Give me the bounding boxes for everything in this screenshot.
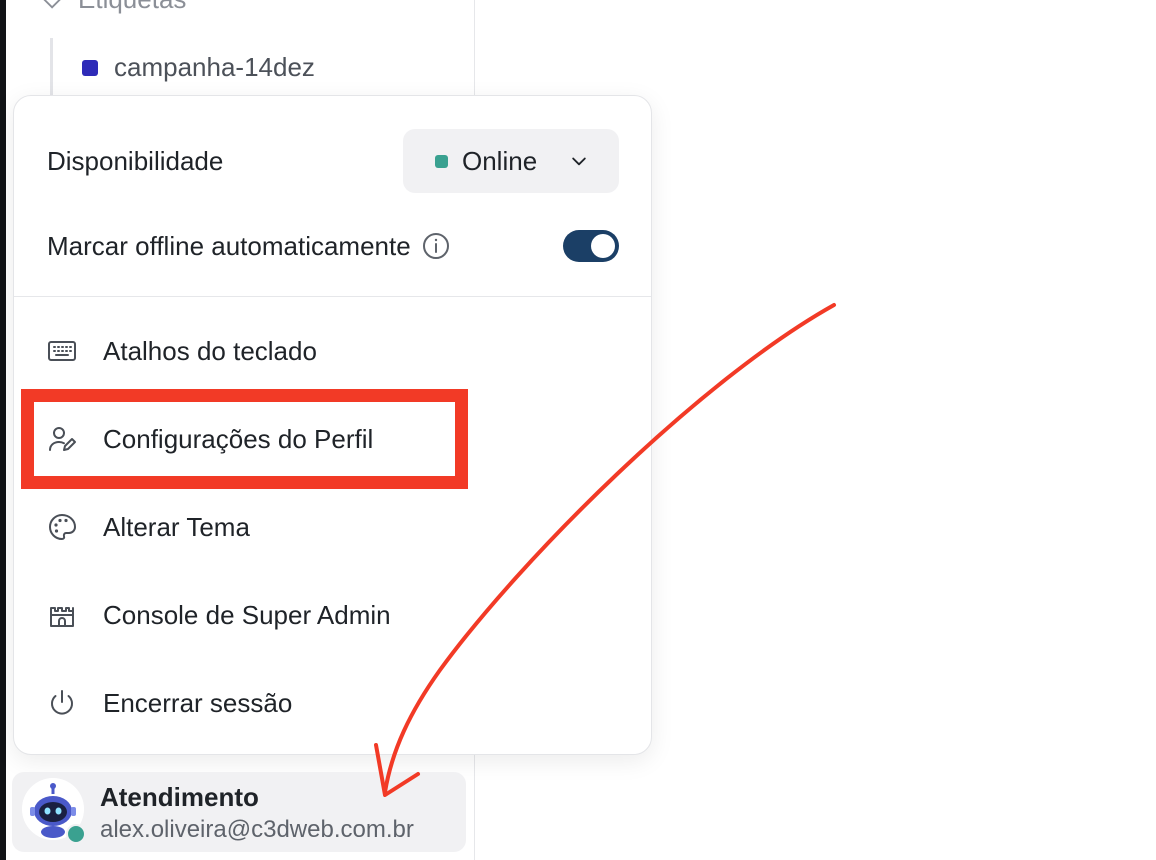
menu-item-label: Configurações do Perfil <box>103 423 374 454</box>
menu-item-profile-settings[interactable]: Configurações do Perfil <box>47 413 607 465</box>
keyboard-icon <box>48 341 76 361</box>
auto-offline-toggle[interactable] <box>563 230 619 262</box>
toggle-knob <box>591 234 615 258</box>
info-icon[interactable] <box>421 231 451 261</box>
menu-item-label: Encerrar sessão <box>103 687 293 718</box>
auto-offline-label: Marcar offline automaticamente <box>47 230 411 261</box>
auto-offline-row: Marcar offline automaticamente <box>47 226 619 266</box>
tree-line <box>50 38 53 98</box>
status-value: Online <box>462 145 538 176</box>
user-edit-icon <box>49 427 76 451</box>
menu-item-logout[interactable]: Encerrar sessão <box>47 677 607 729</box>
castle-icon <box>50 607 74 627</box>
profile-menu: Disponibilidade Online Marcar offline au… <box>13 95 652 755</box>
availability-label: Disponibilidade <box>47 145 224 176</box>
user-profile-card[interactable]: Atendimento alex.oliveira@c3dweb.com.br <box>12 772 466 852</box>
menu-item-change-theme[interactable]: Alterar Tema <box>47 501 607 553</box>
status-dropdown[interactable]: Online <box>403 129 619 193</box>
user-email: alex.oliveira@c3dweb.com.br <box>100 816 414 843</box>
user-name: Atendimento <box>100 782 259 812</box>
tag-icon <box>43 0 61 9</box>
label-name: campanha-14dez <box>114 52 315 82</box>
menu-divider <box>14 296 651 297</box>
sidebar-item-label[interactable]: campanha-14dez <box>82 52 315 83</box>
section-title: Etiquetas <box>78 0 186 15</box>
menu-item-super-admin-console[interactable]: Console de Super Admin <box>47 589 607 641</box>
palette-icon <box>49 513 77 541</box>
menu-item-label: Alterar Tema <box>103 511 250 542</box>
status-dot <box>435 154 448 168</box>
chevron-down-icon <box>572 157 586 166</box>
sidebar-section-labels[interactable]: Etiquetas <box>42 0 186 15</box>
availability-row: Disponibilidade Online <box>47 129 619 193</box>
menu-item-label: Console de Super Admin <box>103 599 391 630</box>
power-icon <box>51 690 73 715</box>
label-color-swatch <box>82 59 98 76</box>
menu-item-keyboard-shortcuts[interactable]: Atalhos do teclado <box>47 325 607 377</box>
presence-dot <box>66 824 86 844</box>
menu-item-label: Atalhos do teclado <box>103 335 317 366</box>
